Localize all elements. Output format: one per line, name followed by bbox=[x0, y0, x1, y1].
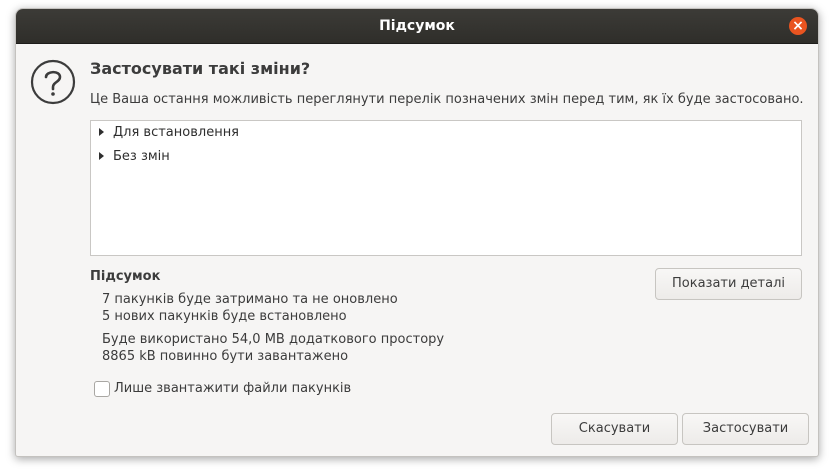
tree-item-label: Без змін bbox=[113, 149, 170, 164]
title-bar[interactable]: Підсумок × bbox=[16, 9, 818, 44]
changes-tree-view[interactable]: Для встановлення Без змін bbox=[90, 120, 802, 256]
apply-button[interactable]: Застосувати bbox=[682, 413, 809, 445]
window-title: Підсумок bbox=[379, 18, 455, 34]
close-button[interactable]: × bbox=[789, 17, 807, 35]
download-only-label[interactable]: Лише звантажити файли пакунків bbox=[114, 380, 351, 397]
summary-disk-space: Буде використано 54,0 MB додаткового про… bbox=[102, 332, 445, 347]
close-icon: × bbox=[792, 18, 804, 34]
expander-arrow-icon[interactable] bbox=[99, 151, 104, 160]
cancel-button[interactable]: Скасувати bbox=[551, 413, 678, 445]
tree-item-to-install[interactable]: Для встановлення bbox=[99, 123, 239, 143]
question-icon bbox=[30, 59, 76, 105]
dialog-description: Це Ваша остання можливість переглянути п… bbox=[90, 92, 804, 107]
expander-arrow-icon[interactable] bbox=[99, 127, 104, 136]
download-only-checkbox[interactable] bbox=[94, 381, 110, 397]
tree-item-unchanged[interactable]: Без змін bbox=[99, 147, 170, 167]
tree-item-label: Для встановлення bbox=[113, 125, 240, 140]
show-details-button[interactable]: Показати деталі bbox=[655, 268, 802, 300]
summary-new-packages: 5 нових пакунків буде встановлено bbox=[102, 309, 347, 324]
summary-download-size: 8865 kB повинно бути завантажено bbox=[102, 349, 349, 364]
summary-dialog-window: Підсумок × Застосувати такі зміни? Це Ва… bbox=[15, 8, 819, 457]
summary-held-packages: 7 пакунків буде затримано та не оновлено bbox=[102, 292, 398, 307]
summary-heading: Підсумок bbox=[90, 269, 161, 284]
dialog-heading: Застосувати такі зміни? bbox=[90, 59, 311, 78]
